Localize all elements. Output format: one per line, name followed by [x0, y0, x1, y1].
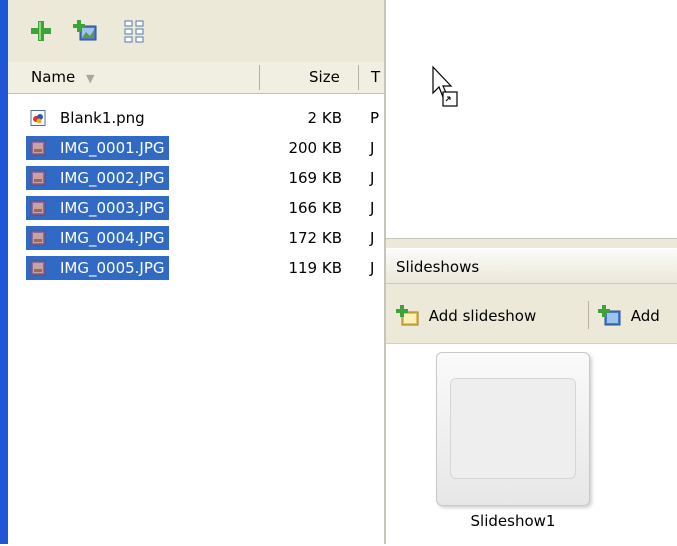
- slideshows-header: Slideshows: [386, 248, 677, 284]
- add-slideshow-button[interactable]: Add slideshow: [396, 299, 536, 331]
- file-row[interactable]: IMG_0004.JPG 172 KB J: [8, 223, 384, 253]
- sort-descending-icon: ▼: [86, 72, 95, 85]
- file-size: 2 KB: [307, 109, 342, 127]
- file-type: J: [370, 169, 375, 187]
- add-slideshow-label: Add slideshow: [428, 306, 537, 325]
- slideshows-title: Slideshows: [396, 258, 480, 276]
- file-name: IMG_0004.JPG: [56, 226, 169, 250]
- png-file-icon: [30, 110, 46, 126]
- jpg-file-icon: [30, 200, 46, 216]
- file-row[interactable]: IMG_0005.JPG 119 KB J: [8, 253, 384, 283]
- file-name: IMG_0003.JPG: [56, 196, 169, 220]
- file-size: 166 KB: [288, 199, 342, 217]
- column-headers: Name ▼ Size T: [8, 62, 384, 94]
- file-name: IMG_0005.JPG: [56, 256, 169, 280]
- file-size: 200 KB: [288, 139, 342, 157]
- toolbar-separator: [588, 301, 589, 329]
- add-slideshow-icon: [396, 304, 420, 328]
- column-header-name[interactable]: Name ▼: [31, 62, 95, 93]
- explorer-toolbar: [8, 0, 384, 63]
- slideshow-label[interactable]: Slideshow1: [386, 512, 640, 530]
- file-size: 169 KB: [288, 169, 342, 187]
- slideshows-toolbar: Add slideshow Add: [386, 295, 677, 335]
- column-divider[interactable]: [259, 65, 260, 90]
- jpg-file-icon: [30, 260, 46, 276]
- slideshow-preview: [450, 378, 576, 479]
- file-size: 172 KB: [288, 229, 342, 247]
- file-size: 119 KB: [288, 259, 342, 277]
- column-header-size-label: Size: [309, 68, 340, 86]
- add-icon[interactable]: [28, 18, 54, 44]
- column-divider[interactable]: [358, 65, 359, 90]
- preview-area: [386, 0, 677, 238]
- jpg-file-icon: [30, 170, 46, 186]
- slideshow-thumbnail[interactable]: [436, 352, 590, 506]
- column-header-type-label: T: [371, 68, 381, 86]
- jpg-file-icon: [30, 140, 46, 156]
- file-row[interactable]: IMG_0003.JPG 166 KB J: [8, 193, 384, 223]
- drag-copy-cursor-icon: [431, 65, 459, 113]
- file-row[interactable]: Blank1.png 2 KB P: [8, 103, 384, 133]
- add-image-icon: [598, 304, 622, 328]
- file-name: IMG_0001.JPG: [56, 136, 169, 160]
- file-row[interactable]: IMG_0001.JPG 200 KB J: [8, 133, 384, 163]
- grid-view-icon[interactable]: [122, 18, 148, 44]
- file-row[interactable]: IMG_0002.JPG 169 KB J: [8, 163, 384, 193]
- add-button[interactable]: Add: [598, 299, 660, 331]
- slideshows-list: Slideshow1: [386, 343, 677, 546]
- file-type: J: [370, 229, 375, 247]
- file-type: J: [370, 259, 375, 277]
- file-type: P: [370, 109, 380, 127]
- file-explorer-pane: Name ▼ Size T Blank1.png 2 KB P IMG_0001.JP…: [0, 0, 386, 544]
- jpg-file-icon: [30, 230, 46, 246]
- column-header-name-label: Name: [31, 68, 76, 86]
- file-list: Blank1.png 2 KB P IMG_0001.JPG 200 KB J IMG_00…: [8, 103, 384, 283]
- add-button-label: Add: [630, 306, 660, 325]
- file-type: J: [370, 139, 375, 157]
- file-name: IMG_0002.JPG: [56, 166, 169, 190]
- slideshows-panel: Slideshows Add slideshow Add Slideshow1: [386, 238, 677, 546]
- add-image-icon[interactable]: [72, 18, 98, 44]
- pane-accent-bar: [0, 0, 8, 544]
- file-type: J: [370, 199, 375, 217]
- column-header-size[interactable]: Size: [309, 62, 340, 93]
- column-header-type[interactable]: T: [371, 62, 380, 93]
- file-name: Blank1.png: [60, 109, 145, 127]
